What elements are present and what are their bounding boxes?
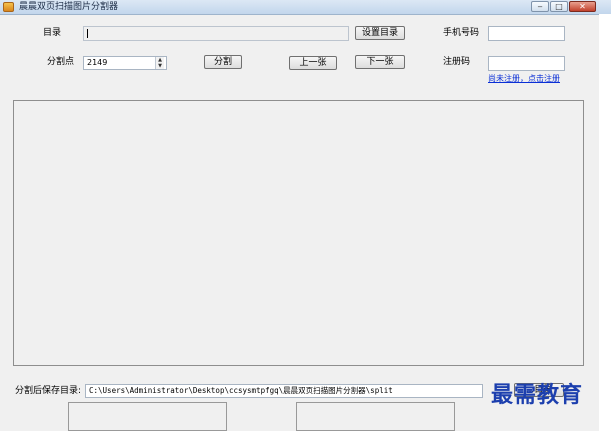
text-caret bbox=[87, 29, 88, 38]
window-title: 晨晨双页扫描图片分割器 bbox=[19, 2, 119, 12]
minimize-button[interactable]: ‒ bbox=[531, 1, 549, 12]
dir-label: 目录 bbox=[43, 28, 62, 38]
save-dir-field[interactable]: C:\Users\Administrator\Desktop\ccsysmtpf… bbox=[85, 384, 483, 398]
watermark-logo: 最需教育 bbox=[491, 382, 584, 408]
reg-code-input[interactable] bbox=[488, 56, 565, 71]
phone-label: 手机号码 bbox=[443, 28, 480, 38]
dir-field[interactable] bbox=[83, 26, 349, 41]
phone-input[interactable] bbox=[488, 26, 565, 41]
title-bar: 晨晨双页扫描图片分割器 ‒ □ ✕ bbox=[0, 0, 611, 15]
split-point-input[interactable]: 2149 ▲ ▼ bbox=[83, 56, 167, 70]
right-page-preview bbox=[296, 402, 455, 431]
split-point-value: 2149 bbox=[87, 58, 108, 67]
image-preview-panel bbox=[13, 100, 584, 366]
split-point-label: 分割点 bbox=[47, 57, 75, 67]
maximize-button[interactable]: □ bbox=[550, 1, 568, 12]
split-button[interactable]: 分割 bbox=[204, 55, 242, 69]
left-page-preview bbox=[68, 402, 227, 431]
close-button[interactable]: ✕ bbox=[569, 1, 596, 12]
app-icon bbox=[3, 2, 14, 12]
save-dir-label: 分割后保存目录: bbox=[15, 386, 82, 396]
set-dir-button[interactable]: 设置目录 bbox=[355, 26, 405, 40]
register-link[interactable]: 尚未注册，点击注册 bbox=[488, 73, 560, 84]
reg-code-label: 注册码 bbox=[443, 57, 471, 67]
spin-down-icon[interactable]: ▼ bbox=[156, 63, 164, 69]
right-edge bbox=[599, 14, 611, 431]
next-button[interactable]: 下一张 bbox=[355, 55, 405, 69]
prev-button[interactable]: 上一张 bbox=[289, 56, 337, 70]
split-point-stepper[interactable]: ▲ ▼ bbox=[155, 57, 164, 69]
